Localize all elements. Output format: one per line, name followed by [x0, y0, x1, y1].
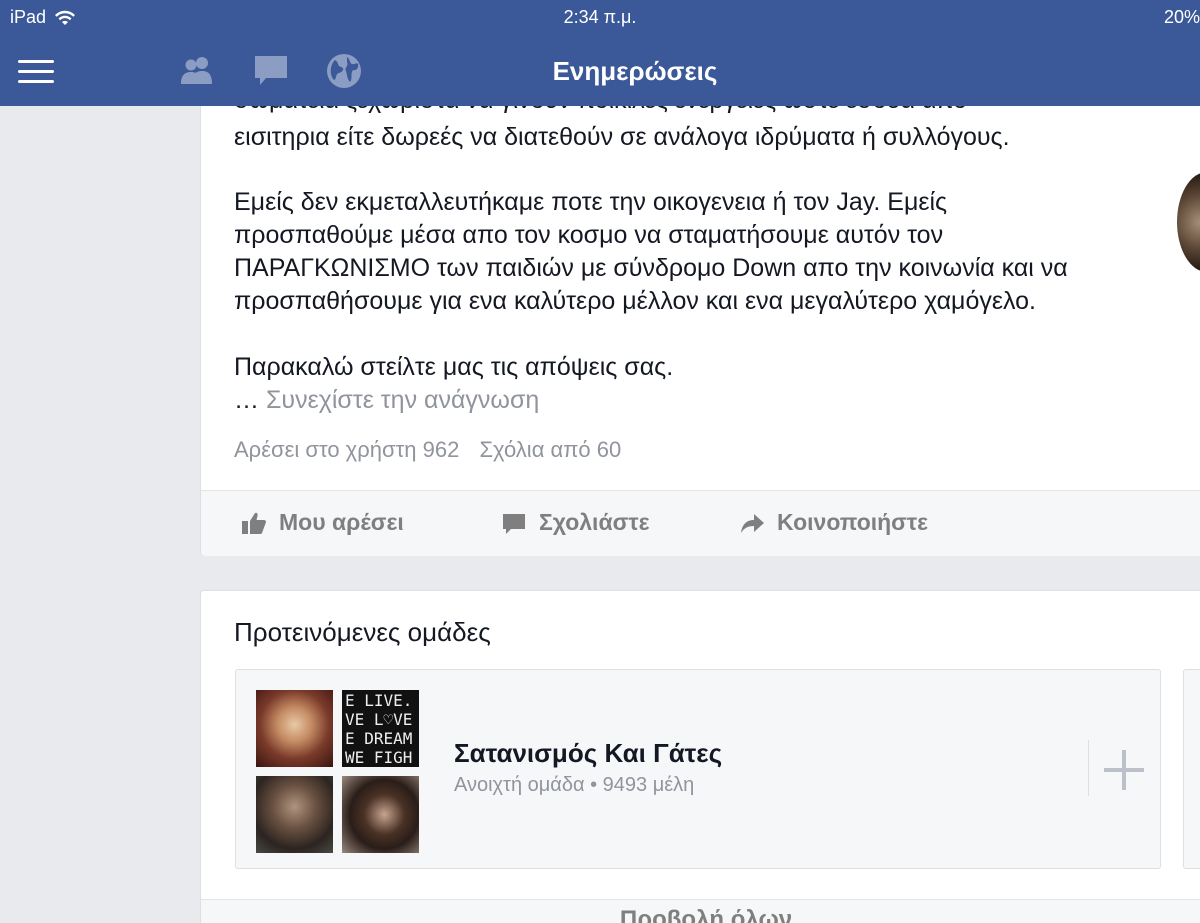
like-button[interactable]: Μου αρέσει: [241, 509, 404, 536]
post-actions: Μου αρέσει Σχολιάστε Κοινοποιήστε: [201, 490, 1200, 556]
post-stats: Αρέσει στο χρήστη 962 Σχόλια από 60: [234, 437, 635, 463]
post-cut-line: σωματεία ξεχωριστα να γίνουν ποικιλες εν…: [234, 106, 967, 117]
group-photo-text: WE FIGH: [345, 748, 413, 767]
like-label: Μου αρέσει: [279, 509, 404, 535]
group-name[interactable]: Σατανισμός Και Γάτες: [454, 738, 722, 769]
post-line: Παρακαλώ στείλτε μας τις απόψεις σας.: [234, 353, 674, 381]
comment-button[interactable]: Σχολιάστε: [501, 509, 650, 536]
comment-label: Σχολιάστε: [539, 509, 650, 535]
post-line: Εμείς δεν εκμεταλλευτήκαμε ποτε την οικο…: [234, 188, 948, 216]
group-photo-text: E LIVE.: [345, 691, 413, 710]
see-more: … Συνεχίστε την ανάγνωση: [234, 386, 539, 415]
view-all-button[interactable]: Προβολή όλων: [201, 906, 1200, 923]
share-icon: [741, 513, 764, 533]
group-photo: [256, 690, 333, 767]
share-label: Κοινοποιήστε: [777, 509, 929, 535]
group-photo-text: E DREAM: [345, 729, 413, 748]
suggested-groups-title: Προτεινόμενες ομάδες: [234, 617, 491, 647]
post-line: ΠΑΡΑΓΚΩΝΙΣΜΟ των παιδιών με σύνδρομο Dow…: [234, 254, 1068, 282]
share-button[interactable]: Κοινοποιήστε: [739, 509, 928, 536]
post-card: σωματεία ξεχωριστα να γίνουν ποικιλες εν…: [200, 106, 1200, 556]
status-time: 2:34 π.μ.: [563, 7, 637, 27]
likes-count[interactable]: Αρέσει στο χρήστη 962: [234, 437, 459, 462]
view-all-bar: Προβολή όλων: [201, 899, 1200, 923]
comments-count[interactable]: Σχόλια από 60: [479, 437, 621, 462]
post-line: εισιτηρια είτε δωρεές να διατεθούν σε αν…: [234, 123, 1010, 151]
ellipsis: …: [234, 386, 259, 414]
comment-icon: [503, 513, 525, 534]
group-photo: E LIVE. VE L♡VE E DREAM WE FIGH: [342, 690, 419, 767]
group-photo: [342, 776, 419, 853]
see-more-link[interactable]: Συνεχίστε την ανάγνωση: [266, 386, 539, 414]
group-item[interactable]: E LIVE. VE L♡VE E DREAM WE FIGH Σατανισμ…: [235, 669, 1161, 869]
group-photo: [256, 776, 333, 853]
post-line: προσπαθούμε μέσα απο τον κοσμο να σταματ…: [234, 221, 944, 249]
page-title: Ενημερώσεις: [552, 56, 718, 86]
post-line: προσπαθήσουμε για ενα καλύτερο μέλλον κα…: [234, 287, 1036, 315]
join-group-plus-icon[interactable]: [1102, 748, 1146, 792]
status-bar: iPad 2:34 π.μ. 20%: [0, 0, 1200, 36]
group-meta: Ανοιχτή ομάδα • 9493 μέλη: [454, 774, 695, 796]
suggested-groups-card: Προτεινόμενες ομάδες E LIVE. VE L♡VE E D…: [200, 590, 1200, 923]
thumbs-up-icon: [242, 512, 266, 534]
divider: [1088, 740, 1089, 796]
nav-bar: Ενημερώσεις: [0, 36, 1200, 106]
group-item-next[interactable]: [1183, 669, 1200, 869]
battery-level: 20%: [1163, 7, 1200, 27]
group-photo-text: VE L♡VE: [345, 710, 413, 729]
